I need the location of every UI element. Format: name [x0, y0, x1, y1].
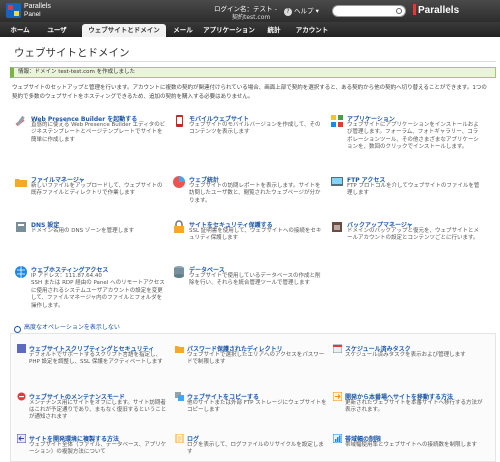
tab-mail[interactable]: メール: [168, 24, 198, 37]
adv-desc: ウェブサイトで選択したエリアへのアクセスをパスワードで制限します: [187, 352, 325, 366]
tab-statistics[interactable]: 統計: [262, 24, 286, 37]
parallels-mark-icon: [413, 4, 416, 15]
search-field[interactable]: [332, 5, 406, 17]
dns-icon: [16, 222, 26, 232]
tab-applications[interactable]: アプリケーション: [200, 24, 258, 37]
parallels-logo: Parallels: [413, 4, 459, 16]
feature-desc: SSL 証明書を使用して、ウェブサイトへの接続をセキュリティ保護します: [189, 228, 322, 242]
feature-desc: ウェブサイトの訪問レポートを表示します。サイトを訪問したユーザ数と、閲覧されたウ…: [189, 183, 321, 204]
tab-websites-domains[interactable]: ウェブサイトとドメイン: [82, 24, 166, 37]
database-icon: [174, 266, 184, 278]
feature-desc: 新しいファイルをアップロードして、ウェブサイトの既存ファイルとディレクトリで作業…: [31, 183, 163, 197]
feature-desc: ウェブサイトで使用しているデータベースの作成と削除を行い、それらを統合管理ツール…: [189, 273, 321, 287]
migrate-icon: [333, 392, 342, 401]
hosting-icon: [15, 266, 27, 278]
lock-icon: [174, 220, 184, 233]
tab-home[interactable]: ホーム: [4, 24, 36, 37]
scripting-icon: [17, 344, 26, 353]
feature-desc: ドメイン名用の DNS ゾーンを管理します: [31, 228, 135, 234]
backup-icon: [332, 222, 342, 232]
adv-desc: デフォルトでサポートするスクリプト言語を指定し、PHP 設定を調整し、SSL 保…: [29, 352, 163, 366]
feature-desc: ドメインのバックアップと復元を、ウェブサイトとメールアカウントの設定とコンテンツ…: [347, 228, 480, 242]
advanced-operations-toggle[interactable]: ˄ 高度なオペレーションを表示しない: [14, 322, 120, 333]
applications-icon: [331, 115, 343, 127]
tab-users[interactable]: ユーザ: [40, 24, 74, 37]
brand-line1: Parallels: [24, 3, 51, 10]
title-divider: [10, 61, 496, 62]
calendar-icon: [333, 344, 342, 353]
feature-desc: IP アドレス：111.87.64.40 SSH または RDP 経由の Pan…: [31, 273, 165, 309]
brand-name: Parallels Panel: [24, 3, 51, 19]
brand-line2: Panel: [24, 11, 41, 18]
search-icon[interactable]: [396, 8, 402, 14]
help-label: ヘルプ: [294, 7, 314, 15]
help-icon: ?: [284, 8, 292, 16]
feature-desc: 直感的に使える Web Presence Builder エディタのビジネステン…: [31, 122, 166, 143]
feature-desc: ウェブサイトにアプリケーションをインストールおよび管理します。フォーラム、フォト…: [347, 122, 479, 151]
top-header: Parallels Panel ログイン名：テスト - 契約test.com ?…: [0, 0, 500, 22]
adv-desc: スケジュール済みタスクを表示および管理します: [345, 352, 466, 358]
tab-account[interactable]: アカウント: [290, 24, 334, 37]
collapse-arrow-icon: ˄: [14, 326, 21, 333]
copy-icon: [175, 392, 184, 401]
folder-lock-icon: [175, 346, 184, 353]
mobile-icon: [176, 115, 183, 127]
help-menu[interactable]: ? ヘルプ ▾: [284, 5, 319, 16]
intro-text: ウェブサイトのセットアップと管理を行います。アカウントに複数の契約が関連付けられ…: [12, 85, 487, 100]
builder-icon: [15, 115, 25, 127]
adv-desc: ログを表示して、ログファイルのリサイクルを設定します: [187, 442, 324, 456]
file-manager-icon: [15, 179, 27, 187]
vendor-name: Parallels: [418, 5, 460, 16]
adv-desc: ウェブサイト全体（ファイル、データベース、アプリケーション）の複製方法について: [29, 442, 167, 456]
logs-icon: [175, 434, 184, 443]
advanced-toggle-label: 高度なオペレーションを表示しない: [24, 324, 120, 331]
main-tabs: ホーム ユーザ ウェブサイトとドメイン メール アプリケーション 統計 アカウン…: [0, 22, 500, 37]
adv-desc: 他のサイトまたは外部 FTP ストレージにウェブサイトをコピーします: [187, 400, 327, 414]
bandwidth-icon: [333, 434, 342, 443]
maintenance-icon: [17, 392, 26, 401]
status-message: 情報：ドメイン test-test.com を作成しました: [10, 67, 496, 78]
web-stats-icon: [173, 176, 185, 188]
search-input[interactable]: [338, 6, 398, 16]
page-title: ウェブサイトとドメイン: [14, 47, 130, 59]
adv-desc: 更新されたウェブサイトを本番サイトへ移行する方法が表示されます。: [345, 400, 483, 414]
panel-logo-icon: [6, 3, 21, 18]
adv-desc: 帯域幅使用率とウェブサイトへの接続数を制限します: [345, 442, 478, 448]
feature-desc: ウェブサイトのモバイルバージョンを作成して、そのコンテンツを表示します: [189, 122, 321, 136]
advanced-operations-panel: ウェブサイトスクリプティングとセキュリティ デフォルトでサポートするスクリプト言…: [10, 333, 496, 462]
clone-icon: [17, 434, 26, 443]
adv-desc: メンテナンス用にサイトをオフにします。サイト訪問者はこれが予定通りであり、まもな…: [29, 400, 167, 421]
login-domain[interactable]: 契約test.com: [232, 12, 270, 21]
ftp-icon: [331, 177, 343, 186]
feature-desc: FTP プロトコルを介してウェブサイトのファイルを管理します: [347, 183, 480, 197]
